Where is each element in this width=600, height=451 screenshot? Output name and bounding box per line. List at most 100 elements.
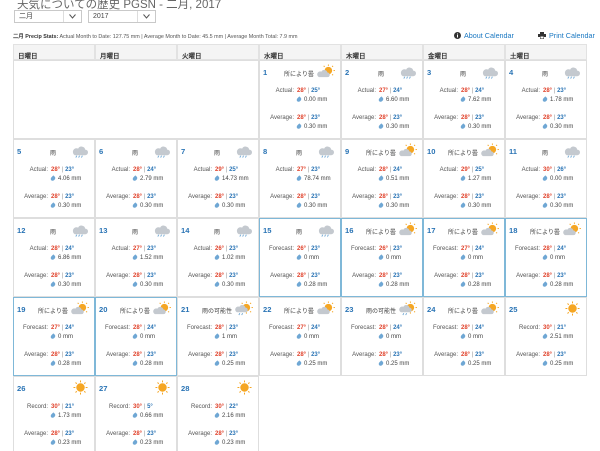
raindrop-icon: [213, 360, 221, 367]
high-temp: 28°: [379, 194, 389, 200]
partly-cloudy-icon: [399, 143, 417, 157]
day-cell[interactable]: 12 雨 Actual: 28° | 24° 6.86 mm Average: 28° | …: [13, 218, 95, 297]
condition-text: 雨の可能性: [365, 309, 396, 315]
temp-range: 28° | 23°: [51, 273, 74, 279]
high-temp: 28°: [379, 352, 389, 358]
day-cell[interactable]: 27 Record: 30° | 5° 0.66 mm Average: 28° | 23…: [95, 376, 177, 451]
low-temp: 23°: [147, 246, 157, 252]
temp-range: 28° | 23°: [543, 194, 566, 200]
weekday-header: 土曜日: [505, 44, 587, 60]
high-temp: 28°: [133, 194, 143, 200]
low-temp: 23°: [65, 273, 75, 279]
year-select[interactable]: 2017: [88, 10, 156, 23]
temp-range: 28° | 23°: [215, 431, 238, 437]
low-temp: 23°: [393, 115, 403, 121]
raindrop-icon: [377, 360, 385, 367]
day-cell[interactable]: 19 所により曇 Forecast: 27° | 24° 0 mm Average: 28°…: [13, 297, 95, 376]
low-temp: 23°: [311, 115, 321, 121]
precip-value: 0.30 mm: [131, 281, 163, 288]
rain-icon: [236, 146, 252, 158]
temp-range: 28° | 23°: [133, 352, 156, 358]
empty-cell: [341, 376, 423, 451]
high-temp: 28°: [297, 115, 307, 121]
day-cell[interactable]: 20 所により曇 Forecast: 28° | 24° 0 mm Average: 28°…: [95, 297, 177, 376]
day-cell[interactable]: 23 雨の可能性 Forecast: 28° | 24° 0 mm Average: 28°…: [341, 297, 423, 376]
day-cell[interactable]: 6 雨 Actual: 28° | 24° 2.79 mm Average: 28° | 2…: [95, 139, 177, 218]
high-temp: 28°: [297, 273, 307, 279]
row-label: Average:: [24, 273, 48, 279]
high-temp: 30°: [543, 167, 553, 173]
print-calendar-link[interactable]: Print Calendar: [538, 31, 595, 40]
day-cell[interactable]: 18 所により曇 Forecast: 28° | 24° 0 mm Average: 28°…: [505, 218, 587, 297]
condition-text: 雨: [295, 230, 302, 236]
day-cell[interactable]: 9 所により曇 Actual: 28° | 24° 0.51 mm Average: 28°…: [341, 139, 423, 218]
precip-value: 0 mm: [49, 333, 73, 340]
row-label: Actual:: [193, 246, 212, 252]
temp-range: 28° | 25°: [297, 88, 320, 94]
day-cell[interactable]: 13 雨 Actual: 27° | 23° 1.52 mm Average: 28° | …: [95, 218, 177, 297]
temp-range: 29° | 25°: [215, 167, 238, 173]
temp-range: 28° | 23°: [543, 88, 566, 94]
day-cell[interactable]: 26 Record: 30° | 21° 1.73 mm Average: 28° | 2…: [13, 376, 95, 451]
day-cell[interactable]: 7 雨 Actual: 29° | 25° 14.73 mm Average: 28° | …: [177, 139, 259, 218]
raindrop-icon: [131, 254, 139, 261]
precip-value: 0.30 mm: [541, 202, 573, 209]
day-cell[interactable]: 3 雨 Actual: 28° | 24° 7.62 mm Average: 28° | 2…: [423, 60, 505, 139]
raindrop-icon: [213, 254, 221, 261]
day-number: 1: [263, 68, 268, 77]
day-cell[interactable]: 1 所により曇 Actual: 28° | 25° 0.00 mm Average: 28°…: [259, 60, 341, 139]
condition-text: 雨: [213, 151, 220, 157]
day-cell[interactable]: 24 所により曇 Forecast: 28° | 24° 0 mm Average: 28°…: [423, 297, 505, 376]
raindrop-icon: [459, 123, 467, 130]
precip-value: 0.30 mm: [295, 202, 327, 209]
day-cell[interactable]: 17 所により曇 Forecast: 27° | 24° 0 mm Average: 28°…: [423, 218, 505, 297]
high-temp: 28°: [461, 325, 471, 331]
empty-cell: [13, 60, 259, 139]
month-select[interactable]: 二月: [14, 10, 82, 23]
high-temp: 28°: [215, 431, 225, 437]
day-cell[interactable]: 8 雨 Actual: 27° | 23° 78.74 mm Average: 28° | …: [259, 139, 341, 218]
partly-cloudy-icon: [317, 301, 335, 315]
temp-range: 28° | 23°: [215, 194, 238, 200]
day-cell[interactable]: 5 雨 Actual: 28° | 23° 4.06 mm Average: 28° | 2…: [13, 139, 95, 218]
day-cell[interactable]: 11 雨 Actual: 30° | 26° 0.00 mm Average: 28° | …: [505, 139, 587, 218]
precip-value: 0.25 mm: [377, 360, 409, 367]
temp-range: 28° | 23°: [461, 273, 484, 279]
low-temp: 23°: [229, 431, 239, 437]
low-temp: 23°: [311, 352, 321, 358]
about-calendar-link[interactable]: About Calendar: [454, 31, 514, 40]
day-number: 26: [17, 384, 26, 393]
day-cell[interactable]: 22 所により曇 Forecast: 27° | 24° 0 mm Average: 28°…: [259, 297, 341, 376]
low-temp: 23°: [557, 88, 567, 94]
empty-cell: [423, 376, 505, 451]
day-cell[interactable]: 15 雨 Forecast: 26° | 23° 0 mm Average: 28° | 2…: [259, 218, 341, 297]
row-label: Forecast:: [350, 246, 376, 252]
year-select-value: 2017: [93, 13, 109, 20]
temp-range: 28° | 23°: [51, 167, 74, 173]
low-temp: 23°: [557, 194, 567, 200]
rain-icon: [154, 225, 170, 237]
row-label: Average:: [352, 352, 376, 358]
day-cell[interactable]: 21 雨の可能性 Forecast: 28° | 23° 1 mm Average: 28°…: [177, 297, 259, 376]
low-temp: 24°: [65, 246, 75, 252]
day-cell[interactable]: 14 雨 Actual: 26° | 23° 1.02 mm Average: 28° | …: [177, 218, 259, 297]
condition-text: 所により曇: [366, 230, 396, 236]
low-temp: 23°: [229, 352, 239, 358]
condition-text: 所により曇: [366, 151, 396, 157]
low-temp: 23°: [147, 194, 157, 200]
row-label: Average:: [352, 273, 376, 279]
day-cell[interactable]: 10 所により曇 Actual: 29° | 25° 1.27 mm Average: 28…: [423, 139, 505, 218]
low-temp: 22°: [229, 404, 239, 410]
day-cell[interactable]: 2 雨 Actual: 27° | 24° 6.60 mm Average: 28° | 2…: [341, 60, 423, 139]
day-cell[interactable]: 16 所により曇 Forecast: 26° | 23° 0 mm Average: 28°…: [341, 218, 423, 297]
day-cell[interactable]: 28 Record: 30° | 22° 2.16 mm Average: 28° | 2…: [177, 376, 259, 451]
temp-range: 26° | 23°: [379, 246, 402, 252]
raindrop-icon: [541, 360, 549, 367]
partly-cloudy-icon: [399, 222, 417, 236]
day-number: 13: [99, 226, 108, 235]
weekday-header: 月曜日: [95, 44, 177, 60]
day-number: 8: [263, 147, 268, 156]
day-cell[interactable]: 25 Record: 30° | 21° 2.51 mm Average: 28° | 2…: [505, 297, 587, 376]
day-cell[interactable]: 4 雨 Actual: 28° | 23° 1.78 mm Average: 28° | 2…: [505, 60, 587, 139]
day-number: 14: [181, 226, 190, 235]
